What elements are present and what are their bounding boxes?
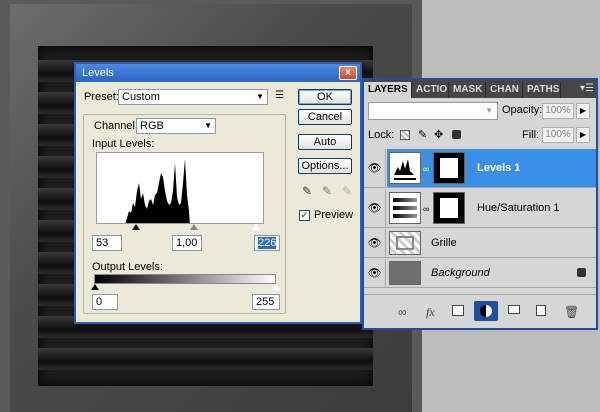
- histogram-graph: [125, 159, 190, 223]
- layer-row-hue-saturation[interactable]: 👁 ∞ Hue/Saturation 1: [364, 189, 596, 228]
- tab-actions[interactable]: ACTIO: [412, 82, 449, 98]
- preview-label: Preview: [314, 209, 354, 221]
- panel-menu-icon[interactable]: ▾☰: [580, 83, 594, 94]
- preview-checkbox[interactable]: ✔: [299, 210, 310, 221]
- layer-name: Grille: [431, 237, 457, 249]
- fill-arrow-button[interactable]: ▶: [576, 127, 590, 143]
- lock-image-icon[interactable]: ✎: [418, 130, 427, 141]
- grille-thumbnail: [389, 231, 421, 255]
- adjustment-icon[interactable]: [474, 301, 498, 321]
- auto-button[interactable]: Auto: [298, 134, 352, 150]
- lock-label: Lock:: [368, 129, 395, 141]
- lock-all-icon[interactable]: [452, 130, 461, 139]
- lock-position-icon[interactable]: ✥: [434, 130, 443, 141]
- white-eyedropper-icon[interactable]: ✎: [342, 184, 352, 198]
- grille-slat: [38, 348, 373, 370]
- output-levels-label: Output Levels:: [92, 261, 163, 273]
- trash-icon[interactable]: 🗑: [564, 305, 579, 319]
- histogram: [96, 152, 264, 224]
- preset-select[interactable]: Custom ▼: [118, 89, 268, 105]
- visibility-eye-icon[interactable]: 👁: [364, 149, 386, 187]
- visibility-eye-icon[interactable]: 👁: [364, 229, 386, 257]
- input-gamma-slider[interactable]: [190, 224, 198, 230]
- blend-mode-select[interactable]: ▼: [368, 102, 498, 120]
- black-eyedropper-icon[interactable]: ✎: [302, 184, 312, 198]
- output-black-field[interactable]: 0: [92, 294, 118, 310]
- chevron-down-icon: ▼: [204, 121, 212, 130]
- tab-masks[interactable]: MASK: [449, 82, 486, 98]
- lock-transparent-icon[interactable]: [400, 130, 410, 140]
- opacity-field[interactable]: 100%: [542, 103, 574, 119]
- fill-field[interactable]: 100%: [542, 127, 574, 143]
- levels-adjustment-thumbnail: [389, 152, 421, 184]
- preset-options-icon[interactable]: ☰: [275, 90, 284, 101]
- visibility-eye-icon[interactable]: 👁: [364, 189, 386, 227]
- input-black-field[interactable]: 53: [92, 235, 122, 251]
- input-levels-label: Input Levels:: [92, 138, 155, 150]
- layer-name: Levels 1: [477, 162, 521, 174]
- opacity-label: Opacity:: [502, 104, 543, 116]
- output-gradient: [94, 274, 276, 284]
- layer-mask-thumbnail[interactable]: [433, 152, 465, 184]
- levels-dialog: Levels x Preset: Custom ▼ ☰ Channel: RGB…: [74, 62, 362, 324]
- output-white-field[interactable]: 255: [252, 294, 280, 310]
- layers-bottom-toolbar: ∞ fx 🗑: [364, 294, 596, 328]
- output-black-slider[interactable]: [91, 284, 99, 290]
- channel-label: Channel:: [94, 120, 139, 132]
- folder-icon[interactable]: [508, 305, 520, 314]
- background-thumbnail: [389, 261, 421, 285]
- tab-paths[interactable]: PATHS: [523, 82, 561, 98]
- tab-channels[interactable]: CHAN: [486, 82, 523, 98]
- layer-mask-thumbnail[interactable]: [433, 192, 465, 224]
- input-white-slider[interactable]: [252, 224, 260, 230]
- layer-name-area: ∞ Levels 1: [387, 149, 596, 187]
- fx-icon[interactable]: fx: [426, 305, 435, 320]
- layer-row-background[interactable]: 👁 Background: [364, 259, 596, 288]
- ok-button[interactable]: OK: [298, 89, 352, 105]
- options-button[interactable]: Options...: [298, 158, 352, 174]
- hue-saturation-thumbnail: [389, 192, 421, 224]
- gray-eyedropper-icon[interactable]: ✎: [322, 184, 332, 198]
- dialog-titlebar[interactable]: Levels x: [76, 64, 360, 82]
- layer-row-levels[interactable]: 👁 ∞ Levels 1: [364, 149, 596, 188]
- layer-lock-icon: [577, 268, 586, 277]
- layer-row-grille[interactable]: 👁 Grille: [364, 229, 596, 258]
- fill-label: Fill:: [522, 129, 540, 141]
- input-black-slider[interactable]: [132, 224, 140, 230]
- layer-name-area: ∞ Hue/Saturation 1: [387, 189, 596, 227]
- layer-name: Hue/Saturation 1: [477, 202, 560, 214]
- panel-tabs: LAYERS ACTIO MASK CHAN PATHS ▾☰: [364, 80, 596, 98]
- layers-panel: LAYERS ACTIO MASK CHAN PATHS ▾☰ ▼ Opacit…: [362, 78, 598, 330]
- layer-name-area: Background: [387, 259, 596, 287]
- output-white-slider[interactable]: [272, 284, 280, 290]
- link-icon[interactable]: ∞: [398, 305, 407, 319]
- layer-name-area: Grille: [387, 229, 596, 257]
- close-button[interactable]: x: [339, 66, 357, 80]
- chevron-down-icon: ▼: [485, 106, 493, 115]
- mask-icon[interactable]: [452, 305, 464, 316]
- new-layer-icon[interactable]: [536, 305, 546, 316]
- layer-name: Background: [431, 267, 490, 279]
- visibility-eye-icon[interactable]: 👁: [364, 259, 386, 287]
- tab-layers[interactable]: LAYERS: [364, 82, 412, 98]
- chain-link-icon[interactable]: ∞: [423, 204, 429, 214]
- dialog-title: Levels: [82, 67, 114, 79]
- channel-select[interactable]: RGB ▼: [136, 118, 216, 134]
- opacity-arrow-button[interactable]: ▶: [576, 103, 590, 119]
- input-white-field[interactable]: 226: [254, 235, 280, 251]
- cancel-button[interactable]: Cancel: [298, 109, 352, 125]
- chevron-down-icon: ▼: [256, 92, 264, 101]
- chain-link-icon[interactable]: ∞: [423, 164, 429, 174]
- input-gamma-field[interactable]: 1,00: [172, 235, 202, 251]
- preset-label: Preset:: [84, 91, 119, 103]
